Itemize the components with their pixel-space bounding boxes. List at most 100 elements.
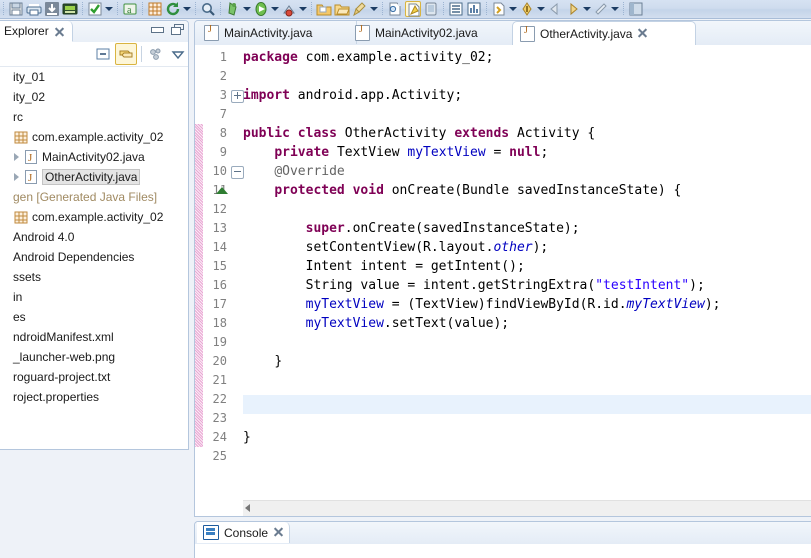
print-icon[interactable]: [26, 1, 42, 17]
code-line[interactable]: [243, 371, 811, 390]
new-java-class-icon[interactable]: [387, 1, 403, 17]
override-marker-icon: [216, 187, 228, 194]
chevron-right-icon[interactable]: [10, 167, 23, 187]
chevron-down-icon[interactable]: [242, 1, 251, 17]
line-number: 23: [212, 411, 227, 425]
link-with-editor-icon[interactable]: [115, 43, 137, 65]
back-icon[interactable]: [547, 1, 563, 17]
tab-package-explorer[interactable]: Explorer: [0, 21, 73, 42]
close-icon[interactable]: [54, 26, 64, 36]
tree-item[interactable]: ity_02: [0, 87, 188, 107]
quick-access-icon[interactable]: a: [122, 1, 138, 17]
check-project-icon[interactable]: [87, 1, 103, 17]
tree-item[interactable]: com.example.activity_02: [0, 207, 188, 227]
folding-column[interactable]: [216, 45, 244, 490]
code-line[interactable]: protected void onCreate(Bundle savedInst…: [243, 181, 811, 200]
code-line[interactable]: @Override: [243, 162, 811, 181]
code-line[interactable]: [243, 409, 811, 428]
run-icon[interactable]: [253, 1, 269, 17]
chevron-down-icon[interactable]: [104, 1, 113, 17]
tree-item[interactable]: gen [Generated Java Files]: [0, 187, 188, 207]
tree-item[interactable]: J OtherActivity.java: [0, 167, 188, 187]
chevron-down-icon[interactable]: [369, 1, 378, 17]
tree-item[interactable]: ssets: [0, 267, 188, 287]
code-line[interactable]: setContentView(R.layout.other);: [243, 238, 811, 257]
code-line[interactable]: [243, 447, 811, 466]
chevron-right-icon[interactable]: [10, 147, 23, 167]
maximize-icon[interactable]: [171, 24, 184, 35]
code-line[interactable]: Intent intent = getIntent();: [243, 257, 811, 276]
code-line[interactable]: }: [243, 352, 811, 371]
scroll-left-icon[interactable]: [245, 504, 250, 512]
debug-icon[interactable]: [225, 1, 241, 17]
new-android-project-icon[interactable]: [147, 1, 163, 17]
refresh-icon[interactable]: [165, 1, 181, 17]
tree-item[interactable]: _launcher-web.png: [0, 347, 188, 367]
chevron-down-icon[interactable]: [582, 1, 591, 17]
code-line[interactable]: [243, 333, 811, 352]
code-line[interactable]: [243, 200, 811, 219]
ddms-icon[interactable]: [423, 1, 439, 17]
code-line[interactable]: import android.app.Activity;: [243, 86, 811, 105]
open-resource-icon[interactable]: [334, 1, 350, 17]
code-line[interactable]: myTextView.setText(value);: [243, 314, 811, 333]
editor-tab[interactable]: MainActivity02.java: [348, 21, 521, 44]
tree-item[interactable]: roguard-project.txt: [0, 367, 188, 387]
minimize-icon[interactable]: [151, 25, 164, 35]
view-menu-icon[interactable]: [168, 44, 188, 64]
code-editor[interactable]: 1 2 3 7 8 9 10 11 12 13 14 15 16 17 18 19 20 21 22 23 24 25 p…: [195, 45, 811, 516]
code-line[interactable]: private TextView myTextView = null;: [243, 143, 811, 162]
code-text[interactable]: package com.example.activity_02;import a…: [243, 45, 811, 490]
code-line[interactable]: package com.example.activity_02;: [243, 48, 811, 67]
open-type-icon[interactable]: [316, 1, 332, 17]
collapse-all-icon[interactable]: [93, 44, 113, 64]
close-icon[interactable]: [273, 526, 283, 540]
tree-item[interactable]: com.example.activity_02: [0, 127, 188, 147]
tree-item[interactable]: Android Dependencies: [0, 247, 188, 267]
project-tree[interactable]: ity_01 ity_02 rc com.example.activity_02 J Ma…: [0, 67, 188, 449]
close-icon[interactable]: [637, 27, 647, 41]
traceview-icon[interactable]: [466, 1, 482, 17]
last-edit-location-icon[interactable]: [593, 1, 609, 17]
next-annotation-icon[interactable]: [491, 1, 507, 17]
clean-icon[interactable]: [352, 1, 368, 17]
editor-tab[interactable]: OtherActivity.java: [512, 21, 696, 47]
tab-console[interactable]: Console: [197, 522, 291, 543]
previous-annotation-icon[interactable]: [519, 1, 535, 17]
code-line[interactable]: myTextView = (TextView)findViewById(R.id…: [243, 295, 811, 314]
code-line[interactable]: public class OtherActivity extends Activ…: [243, 124, 811, 143]
hierarchy-viewer-icon[interactable]: [448, 1, 464, 17]
chevron-down-icon[interactable]: [298, 1, 307, 17]
chevron-down-icon[interactable]: [270, 1, 279, 17]
code-line[interactable]: [243, 67, 811, 86]
save-icon[interactable]: [8, 1, 24, 17]
focus-on-active-task-icon[interactable]: [146, 44, 166, 64]
editor-tab[interactable]: MainActivity.java: [197, 21, 357, 44]
tree-item[interactable]: es: [0, 307, 188, 327]
new-android-xml-icon[interactable]: [405, 1, 421, 17]
run-external-tools-icon[interactable]: [281, 1, 297, 17]
code-line[interactable]: [243, 390, 811, 409]
code-line[interactable]: }: [243, 428, 811, 447]
tree-item[interactable]: roject.properties: [0, 387, 188, 407]
code-line[interactable]: [243, 105, 811, 124]
perspective-switch-icon[interactable]: [628, 1, 644, 17]
tree-item[interactable]: rc: [0, 107, 188, 127]
chevron-down-icon[interactable]: [610, 1, 619, 17]
export-icon[interactable]: [44, 1, 60, 17]
tree-item[interactable]: ity_01: [0, 67, 188, 87]
search-icon[interactable]: [200, 1, 216, 17]
code-line[interactable]: String value = intent.getStringExtra("te…: [243, 276, 811, 295]
tree-item[interactable]: Android 4.0: [0, 227, 188, 247]
android-sdk-manager-icon[interactable]: [62, 1, 78, 17]
tree-item[interactable]: J MainActivity02.java: [0, 147, 188, 167]
tree-item[interactable]: ndroidManifest.xml: [0, 327, 188, 347]
chevron-down-icon[interactable]: [508, 1, 517, 17]
tree-item[interactable]: in: [0, 287, 188, 307]
chevron-down-icon[interactable]: [182, 1, 191, 17]
chevron-down-icon[interactable]: [536, 1, 545, 17]
editor-horizontal-scrollbar[interactable]: [243, 500, 811, 516]
code-line[interactable]: super.onCreate(savedInstanceState);: [243, 219, 811, 238]
forward-icon[interactable]: [565, 1, 581, 17]
